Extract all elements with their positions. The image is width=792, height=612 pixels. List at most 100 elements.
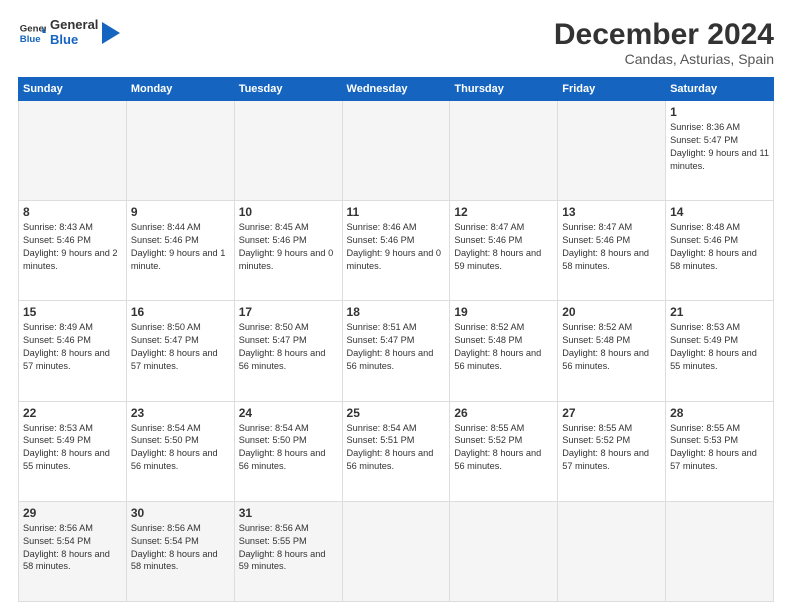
table-row: 30 Sunrise: 8:56 AMSunset: 5:54 PMDaylig… bbox=[126, 501, 234, 601]
col-thursday: Thursday bbox=[450, 78, 558, 101]
day-number: 25 bbox=[347, 406, 446, 420]
day-detail: Sunrise: 8:52 AMSunset: 5:48 PMDaylight:… bbox=[454, 321, 553, 373]
col-monday: Monday bbox=[126, 78, 234, 101]
col-friday: Friday bbox=[558, 78, 666, 101]
day-number: 28 bbox=[670, 406, 769, 420]
day-detail: Sunrise: 8:56 AMSunset: 5:55 PMDaylight:… bbox=[239, 522, 338, 574]
table-row: 14 Sunrise: 8:48 AMSunset: 5:46 PMDaylig… bbox=[666, 201, 774, 301]
table-row: 22 Sunrise: 8:53 AMSunset: 5:49 PMDaylig… bbox=[19, 401, 127, 501]
page: General Blue General Blue December 2024 … bbox=[0, 0, 792, 612]
day-number: 20 bbox=[562, 305, 661, 319]
day-detail: Sunrise: 8:47 AMSunset: 5:46 PMDaylight:… bbox=[454, 221, 553, 273]
table-row bbox=[450, 501, 558, 601]
table-row bbox=[666, 501, 774, 601]
table-row bbox=[234, 101, 342, 201]
day-detail: Sunrise: 8:55 AMSunset: 5:53 PMDaylight:… bbox=[670, 422, 769, 474]
day-detail: Sunrise: 8:54 AMSunset: 5:50 PMDaylight:… bbox=[131, 422, 230, 474]
table-row bbox=[558, 101, 666, 201]
table-row: 21 Sunrise: 8:53 AMSunset: 5:49 PMDaylig… bbox=[666, 301, 774, 401]
calendar-week-row: 15 Sunrise: 8:49 AMSunset: 5:46 PMDaylig… bbox=[19, 301, 774, 401]
calendar-body: 1 Sunrise: 8:36 AMSunset: 5:47 PMDayligh… bbox=[19, 101, 774, 602]
svg-text:General: General bbox=[20, 23, 46, 34]
day-number: 24 bbox=[239, 406, 338, 420]
table-row: 25 Sunrise: 8:54 AMSunset: 5:51 PMDaylig… bbox=[342, 401, 450, 501]
table-row: 15 Sunrise: 8:49 AMSunset: 5:46 PMDaylig… bbox=[19, 301, 127, 401]
day-number: 19 bbox=[454, 305, 553, 319]
day-number: 22 bbox=[23, 406, 122, 420]
col-saturday: Saturday bbox=[666, 78, 774, 101]
day-number: 21 bbox=[670, 305, 769, 319]
day-detail: Sunrise: 8:54 AMSunset: 5:51 PMDaylight:… bbox=[347, 422, 446, 474]
day-detail: Sunrise: 8:48 AMSunset: 5:46 PMDaylight:… bbox=[670, 221, 769, 273]
day-number: 11 bbox=[347, 205, 446, 219]
table-row: 31 Sunrise: 8:56 AMSunset: 5:55 PMDaylig… bbox=[234, 501, 342, 601]
day-detail: Sunrise: 8:53 AMSunset: 5:49 PMDaylight:… bbox=[23, 422, 122, 474]
table-row: 17 Sunrise: 8:50 AMSunset: 5:47 PMDaylig… bbox=[234, 301, 342, 401]
table-row: 18 Sunrise: 8:51 AMSunset: 5:47 PMDaylig… bbox=[342, 301, 450, 401]
subtitle: Candas, Asturias, Spain bbox=[554, 51, 774, 67]
header: General Blue General Blue December 2024 … bbox=[18, 18, 774, 67]
day-number: 15 bbox=[23, 305, 122, 319]
day-detail: Sunrise: 8:54 AMSunset: 5:50 PMDaylight:… bbox=[239, 422, 338, 474]
table-row: 1 Sunrise: 8:36 AMSunset: 5:47 PMDayligh… bbox=[666, 101, 774, 201]
col-tuesday: Tuesday bbox=[234, 78, 342, 101]
col-sunday: Sunday bbox=[19, 78, 127, 101]
main-title: December 2024 bbox=[554, 18, 774, 51]
day-number: 31 bbox=[239, 506, 338, 520]
logo-text-general: General bbox=[50, 18, 98, 33]
day-number: 14 bbox=[670, 205, 769, 219]
table-row: 26 Sunrise: 8:55 AMSunset: 5:52 PMDaylig… bbox=[450, 401, 558, 501]
day-detail: Sunrise: 8:55 AMSunset: 5:52 PMDaylight:… bbox=[562, 422, 661, 474]
day-number: 18 bbox=[347, 305, 446, 319]
day-number: 23 bbox=[131, 406, 230, 420]
table-row: 8 Sunrise: 8:43 AMSunset: 5:46 PMDayligh… bbox=[19, 201, 127, 301]
day-detail: Sunrise: 8:55 AMSunset: 5:52 PMDaylight:… bbox=[454, 422, 553, 474]
day-number: 12 bbox=[454, 205, 553, 219]
table-row: 11 Sunrise: 8:46 AMSunset: 5:46 PMDaylig… bbox=[342, 201, 450, 301]
day-number: 27 bbox=[562, 406, 661, 420]
day-number: 30 bbox=[131, 506, 230, 520]
day-detail: Sunrise: 8:49 AMSunset: 5:46 PMDaylight:… bbox=[23, 321, 122, 373]
calendar-week-row: 8 Sunrise: 8:43 AMSunset: 5:46 PMDayligh… bbox=[19, 201, 774, 301]
svg-text:Blue: Blue bbox=[20, 34, 41, 45]
table-row: 28 Sunrise: 8:55 AMSunset: 5:53 PMDaylig… bbox=[666, 401, 774, 501]
table-row: 16 Sunrise: 8:50 AMSunset: 5:47 PMDaylig… bbox=[126, 301, 234, 401]
day-detail: Sunrise: 8:50 AMSunset: 5:47 PMDaylight:… bbox=[131, 321, 230, 373]
day-detail: Sunrise: 8:52 AMSunset: 5:48 PMDaylight:… bbox=[562, 321, 661, 373]
day-detail: Sunrise: 8:36 AMSunset: 5:47 PMDaylight:… bbox=[670, 121, 769, 173]
day-number: 13 bbox=[562, 205, 661, 219]
day-number: 17 bbox=[239, 305, 338, 319]
table-row: 23 Sunrise: 8:54 AMSunset: 5:50 PMDaylig… bbox=[126, 401, 234, 501]
table-row: 20 Sunrise: 8:52 AMSunset: 5:48 PMDaylig… bbox=[558, 301, 666, 401]
calendar-week-row: 29 Sunrise: 8:56 AMSunset: 5:54 PMDaylig… bbox=[19, 501, 774, 601]
logo-text-blue: Blue bbox=[50, 33, 98, 48]
day-detail: Sunrise: 8:53 AMSunset: 5:49 PMDaylight:… bbox=[670, 321, 769, 373]
col-wednesday: Wednesday bbox=[342, 78, 450, 101]
day-detail: Sunrise: 8:50 AMSunset: 5:47 PMDaylight:… bbox=[239, 321, 338, 373]
calendar-header-row: Sunday Monday Tuesday Wednesday Thursday… bbox=[19, 78, 774, 101]
table-row: 29 Sunrise: 8:56 AMSunset: 5:54 PMDaylig… bbox=[19, 501, 127, 601]
table-row: 24 Sunrise: 8:54 AMSunset: 5:50 PMDaylig… bbox=[234, 401, 342, 501]
logo-icon: General Blue bbox=[18, 19, 46, 47]
day-number: 8 bbox=[23, 205, 122, 219]
day-number: 29 bbox=[23, 506, 122, 520]
day-number: 10 bbox=[239, 205, 338, 219]
day-detail: Sunrise: 8:43 AMSunset: 5:46 PMDaylight:… bbox=[23, 221, 122, 273]
day-number: 26 bbox=[454, 406, 553, 420]
table-row: 9 Sunrise: 8:44 AMSunset: 5:46 PMDayligh… bbox=[126, 201, 234, 301]
day-number: 16 bbox=[131, 305, 230, 319]
day-detail: Sunrise: 8:46 AMSunset: 5:46 PMDaylight:… bbox=[347, 221, 446, 273]
table-row bbox=[450, 101, 558, 201]
day-detail: Sunrise: 8:44 AMSunset: 5:46 PMDaylight:… bbox=[131, 221, 230, 273]
day-number: 1 bbox=[670, 105, 769, 119]
table-row bbox=[342, 501, 450, 601]
day-detail: Sunrise: 8:51 AMSunset: 5:47 PMDaylight:… bbox=[347, 321, 446, 373]
table-row: 12 Sunrise: 8:47 AMSunset: 5:46 PMDaylig… bbox=[450, 201, 558, 301]
calendar-week-row: 22 Sunrise: 8:53 AMSunset: 5:49 PMDaylig… bbox=[19, 401, 774, 501]
day-detail: Sunrise: 8:56 AMSunset: 5:54 PMDaylight:… bbox=[131, 522, 230, 574]
table-row bbox=[126, 101, 234, 201]
calendar-table: Sunday Monday Tuesday Wednesday Thursday… bbox=[18, 77, 774, 602]
logo-arrow-icon bbox=[102, 22, 120, 44]
calendar-week-row: 1 Sunrise: 8:36 AMSunset: 5:47 PMDayligh… bbox=[19, 101, 774, 201]
day-detail: Sunrise: 8:47 AMSunset: 5:46 PMDaylight:… bbox=[562, 221, 661, 273]
